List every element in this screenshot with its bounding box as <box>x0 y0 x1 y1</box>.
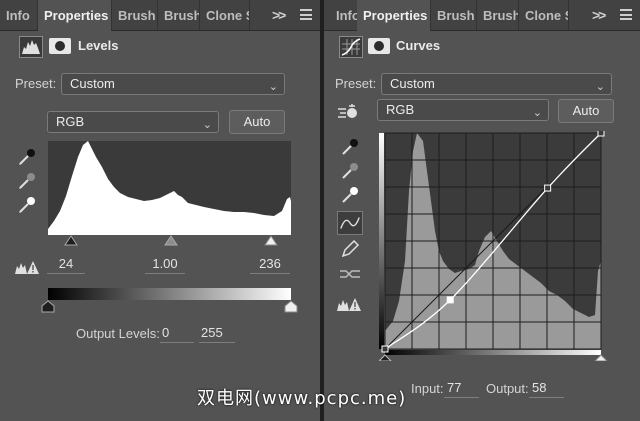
input-gamma-slider[interactable] <box>164 235 178 246</box>
more-tabs-button[interactable]: >> <box>592 0 606 30</box>
curve-point[interactable] <box>597 131 605 137</box>
input-gamma-field[interactable]: 1.00 <box>145 256 185 274</box>
white-point-slider <box>594 354 607 361</box>
chevron-down-icon: ⌄ <box>532 107 542 119</box>
white-eyedropper-icon[interactable] <box>16 194 38 216</box>
output-levels-label: Output Levels: <box>76 326 160 341</box>
channel-value: RGB <box>386 102 415 117</box>
layer-mask-icon[interactable] <box>368 38 390 54</box>
output-label: Output: <box>486 381 529 396</box>
input-black-slider[interactable] <box>64 235 78 246</box>
curve-point[interactable] <box>381 345 389 353</box>
tab-clone-source[interactable]: Clone S <box>519 0 569 30</box>
curve-point[interactable] <box>544 184 552 192</box>
watermark: 双电网(www.pcpc.me) <box>197 388 407 409</box>
black-eyedropper-icon[interactable] <box>16 146 38 168</box>
output-gradient-bar <box>379 133 384 349</box>
tab-brush[interactable]: Brush <box>112 0 158 30</box>
output-white-field[interactable]: 255 <box>199 325 235 343</box>
preset-label: Preset: <box>335 76 377 91</box>
curve-points-icon[interactable] <box>337 211 363 235</box>
input-white-field[interactable]: 236 <box>250 256 290 274</box>
pencil-icon[interactable] <box>339 238 361 260</box>
gray-eyedropper-icon[interactable] <box>16 170 38 192</box>
channel-select[interactable]: RGB ⌄ <box>377 99 549 121</box>
output-white-slider[interactable] <box>284 300 298 313</box>
white-eyedropper-icon[interactable] <box>339 184 361 206</box>
tab-brush[interactable]: Brush <box>431 0 477 30</box>
output-black-slider[interactable] <box>41 300 55 313</box>
chevron-down-icon: ⌄ <box>202 119 212 131</box>
output-value-field[interactable]: 58 <box>529 380 564 398</box>
input-black-field[interactable]: 24 <box>47 256 85 274</box>
channel-value: RGB <box>56 114 85 129</box>
input-white-slider[interactable] <box>264 235 278 246</box>
tab-properties[interactable]: Properties <box>357 0 431 31</box>
tab-properties[interactable]: Properties <box>38 0 112 31</box>
curves-grid-icon <box>339 36 363 58</box>
auto-button[interactable]: Auto <box>558 99 614 123</box>
black-eyedropper-icon[interactable] <box>339 136 361 158</box>
levels-histogram <box>48 141 291 235</box>
input-gradient-bar <box>385 350 601 355</box>
panel-tab-bar: Info Properties Brush Brush Clone S >> <box>324 0 640 31</box>
adjustment-title: Levels <box>78 38 119 53</box>
chevron-down-icon: ⌄ <box>595 81 605 93</box>
clipping-warning-icon <box>15 261 39 274</box>
auto-button[interactable]: Auto <box>229 110 285 134</box>
panel-menu-icon[interactable] <box>620 9 632 20</box>
output-black-field[interactable]: 0 <box>160 325 194 343</box>
preset-label: Preset: <box>15 76 57 91</box>
clipping-warning-icon <box>337 298 361 311</box>
levels-histogram-fill <box>48 141 291 235</box>
input-value-field[interactable]: 77 <box>444 380 479 398</box>
levels-properties-panel: Info Properties Brush Brush Clone S >> L… <box>0 0 320 421</box>
preset-select[interactable]: Custom ⌄ <box>381 73 612 95</box>
tab-clone-source[interactable]: Clone S <box>200 0 250 30</box>
gray-eyedropper-icon[interactable] <box>339 160 361 182</box>
preset-select[interactable]: Custom ⌄ <box>61 73 285 95</box>
smooth-curve-icon[interactable] <box>338 263 362 285</box>
adjustment-title: Curves <box>396 38 441 53</box>
tab-brush-settings[interactable]: Brush <box>477 0 519 30</box>
channel-select[interactable]: RGB ⌄ <box>47 111 219 133</box>
panel-menu-icon[interactable] <box>300 9 312 20</box>
preset-value: Custom <box>70 76 115 91</box>
tab-brush-settings[interactable]: Brush <box>158 0 200 30</box>
output-gradient-bar <box>48 288 291 300</box>
input-label: Input: <box>411 381 444 396</box>
layer-mask-icon[interactable] <box>49 38 71 54</box>
curve-point-selected[interactable] <box>446 296 454 304</box>
curves-properties-panel: Info Properties Brush Brush Clone S >> C… <box>324 0 640 421</box>
panel-tab-bar: Info Properties Brush Brush Clone S >> <box>0 0 320 31</box>
more-tabs-button[interactable]: >> <box>272 0 286 30</box>
preset-value: Custom <box>390 76 435 91</box>
targeted-adjustment-icon[interactable] <box>336 101 362 123</box>
levels-histogram-icon <box>19 36 43 58</box>
tab-info[interactable]: Info <box>0 0 38 30</box>
chevron-down-icon: ⌄ <box>268 81 278 93</box>
black-point-slider <box>379 354 392 361</box>
curves-graph[interactable] <box>379 131 607 361</box>
